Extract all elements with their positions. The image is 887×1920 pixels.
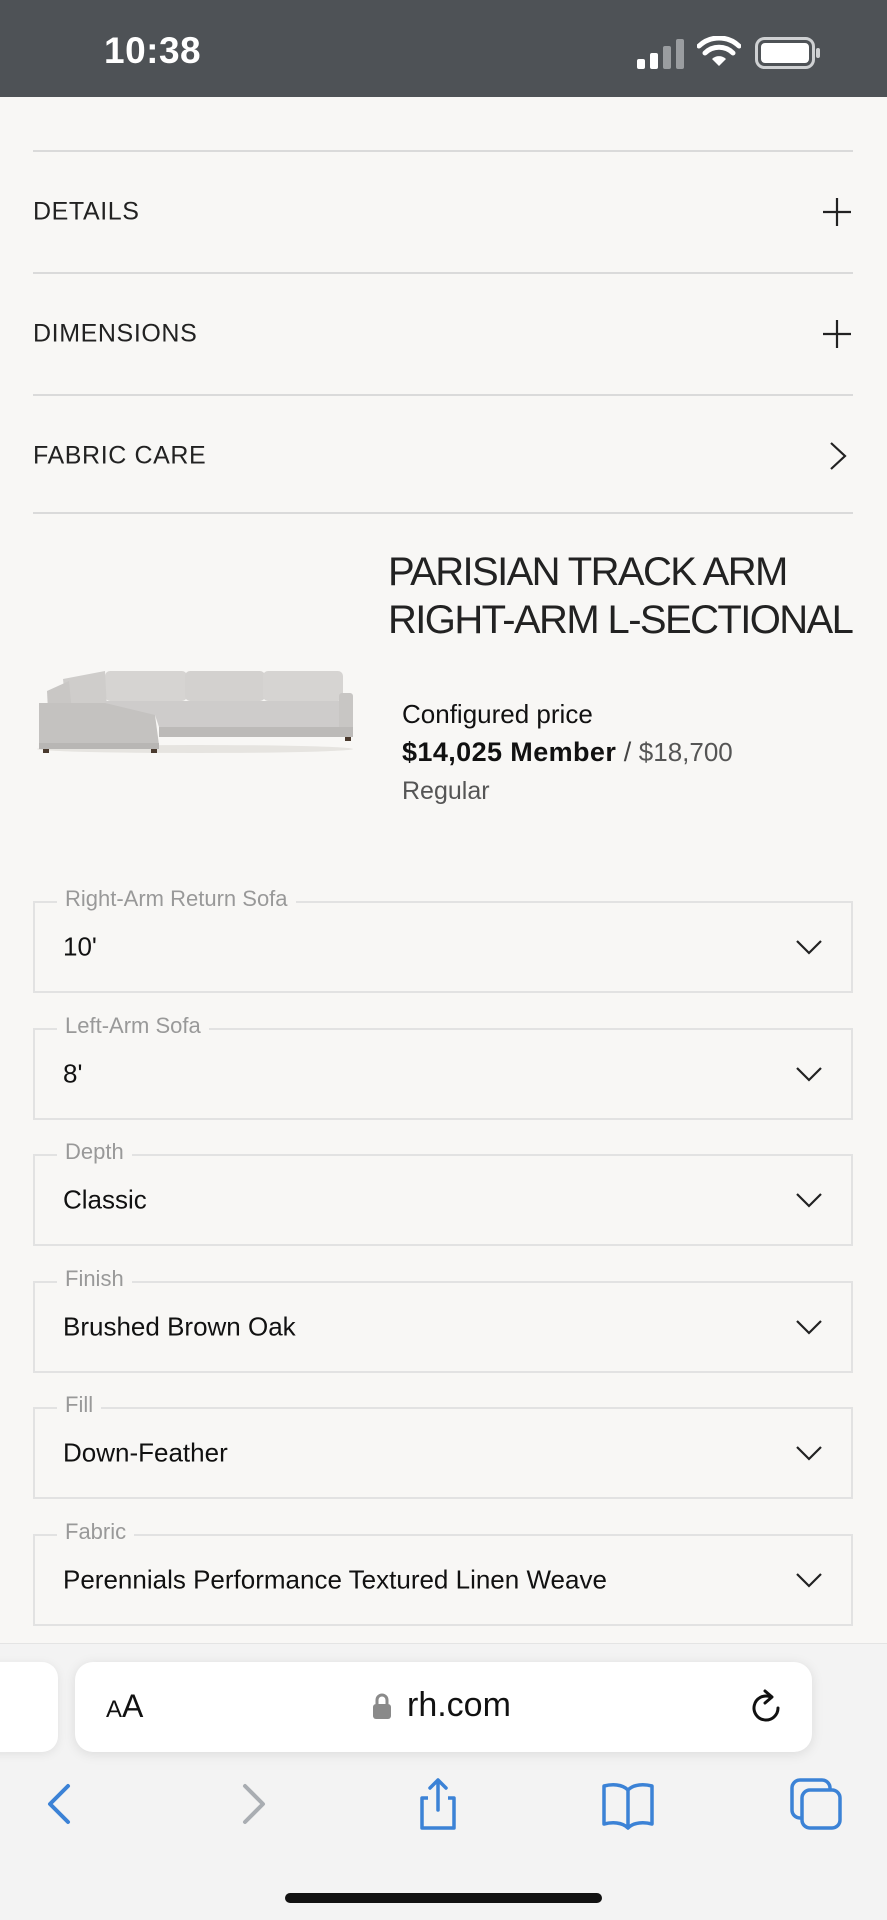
address-bar[interactable]: AA rh.com [75, 1662, 812, 1752]
chevron-down-icon [796, 940, 822, 955]
select-label: Depth [57, 1139, 132, 1165]
select-value: 8' [63, 1058, 83, 1089]
tabs-icon[interactable] [788, 1776, 844, 1832]
price-separator: / [623, 737, 632, 767]
signal-icon [637, 39, 684, 69]
select-finish[interactable]: Finish Brushed Brown Oak [33, 1266, 853, 1373]
reader-settings-button[interactable]: AA [106, 1688, 143, 1725]
select-label: Right-Arm Return Sofa [57, 886, 296, 912]
back-icon[interactable] [32, 1776, 88, 1832]
select-value: 10' [63, 931, 97, 962]
wifi-icon [697, 36, 741, 66]
select-value: Perennials Performance Textured Linen We… [63, 1564, 607, 1595]
previous-tab[interactable] [0, 1662, 58, 1752]
aa-large-letter: A [122, 1688, 144, 1724]
chevron-down-icon [796, 1446, 822, 1461]
accordion-label: DETAILS [33, 197, 140, 226]
battery-icon [755, 37, 820, 69]
accordion-dimensions[interactable]: DIMENSIONS [33, 274, 853, 394]
price-line: $14,025 Member / $18,700 [402, 737, 733, 768]
aa-small-letter: A [106, 1696, 123, 1723]
select-value: Brushed Brown Oak [63, 1311, 296, 1342]
accordion-details[interactable]: DETAILS [33, 152, 853, 272]
select-fabric[interactable]: Fabric Perennials Performance Textured L… [33, 1519, 853, 1626]
select-label: Finish [57, 1266, 132, 1292]
select-value: Classic [63, 1184, 147, 1215]
configured-price-label: Configured price [402, 699, 593, 729]
plus-icon[interactable] [821, 196, 853, 228]
bookmarks-icon[interactable] [600, 1776, 656, 1832]
chevron-right-icon[interactable] [821, 440, 853, 472]
chevron-down-icon [796, 1067, 822, 1082]
plus-icon[interactable] [821, 318, 853, 350]
product-title: PARISIAN TRACK ARM RIGHT-ARM L-SECTIONAL [388, 550, 854, 642]
status-bar: 10:38 [0, 0, 887, 97]
browser-toolbar: AA rh.com [0, 1643, 887, 1920]
regular-price: $18,700 [638, 737, 733, 767]
chevron-down-icon [796, 1320, 822, 1335]
status-time: 10:38 [104, 30, 202, 71]
accordion-fabric-care[interactable]: FABRIC CARE [33, 396, 853, 516]
select-label: Left-Arm Sofa [57, 1013, 209, 1039]
share-icon[interactable] [410, 1776, 466, 1832]
regular-price-label: Regular [402, 777, 490, 805]
select-depth[interactable]: Depth Classic [33, 1139, 853, 1246]
lock-icon [373, 1693, 391, 1719]
forward-icon[interactable] [225, 1776, 281, 1832]
url-text[interactable]: rh.com [407, 1686, 511, 1725]
product-image [37, 671, 353, 753]
member-price: $14,025 Member [402, 737, 617, 767]
select-right-arm-return-sofa[interactable]: Right-Arm Return Sofa 10' [33, 886, 853, 993]
accordion-label: FABRIC CARE [33, 441, 207, 470]
accordion-label: DIMENSIONS [33, 319, 198, 348]
select-label: Fabric [57, 1519, 135, 1545]
select-value: Down-Feather [63, 1437, 228, 1468]
select-left-arm-sofa[interactable]: Left-Arm Sofa 8' [33, 1013, 853, 1120]
chevron-down-icon [796, 1573, 822, 1588]
home-indicator [285, 1893, 602, 1903]
select-label: Fill [57, 1392, 102, 1418]
reload-icon[interactable] [748, 1688, 784, 1726]
select-fill[interactable]: Fill Down-Feather [33, 1392, 853, 1499]
chevron-down-icon [796, 1193, 822, 1208]
divider [33, 512, 853, 514]
